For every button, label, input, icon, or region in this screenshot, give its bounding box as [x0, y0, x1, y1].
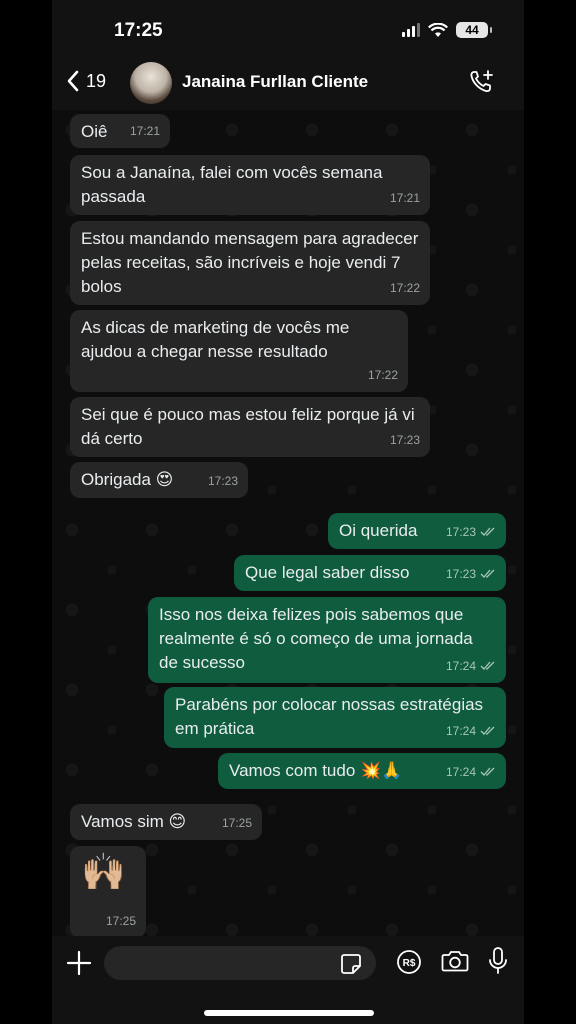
message-time: 17:21 [389, 191, 420, 205]
read-ticks-icon [480, 726, 495, 735]
message-time: 17:23 [445, 567, 476, 581]
status-icons: 44 [402, 22, 492, 38]
plus-icon[interactable] [66, 946, 92, 980]
wifi-icon [428, 22, 448, 37]
home-indicator [204, 1010, 374, 1016]
message-time: 17:24 [445, 659, 476, 673]
svg-text:R$: R$ [403, 958, 416, 969]
message-input[interactable] [104, 946, 376, 980]
message-time: 17:24 [445, 765, 476, 779]
message-bubble[interactable]: Vamos sim 😊 17:25 [70, 804, 262, 840]
message-bubble[interactable]: Isso nos deixa felizes pois sabemos que … [148, 597, 506, 683]
contact-name[interactable]: Janaina Furllan Cliente [182, 72, 368, 92]
message-bubble[interactable]: Estou mandando mensagem para agradecer p… [70, 221, 430, 305]
read-ticks-icon [480, 661, 495, 670]
message-composer: R$ [52, 936, 524, 1024]
contact-avatar[interactable] [130, 62, 172, 104]
message-bubble[interactable]: Parabéns por colocar nossas estratégias … [164, 687, 506, 748]
chat-header: 19 Janaina Furllan Cliente [52, 56, 524, 110]
read-ticks-icon [480, 569, 495, 578]
message-time: 17:25 [221, 816, 252, 830]
message-time: 17:22 [367, 368, 398, 382]
sticker-message[interactable]: 🙌🏼 17:25 [70, 846, 146, 936]
read-ticks-icon [480, 767, 495, 776]
payment-icon[interactable]: R$ [396, 949, 422, 975]
message-time: 17:22 [389, 281, 420, 295]
camera-icon[interactable] [441, 949, 469, 973]
status-bar: 17:25 44 [52, 0, 524, 56]
message-time: 17:23 [445, 525, 476, 539]
message-bubble[interactable]: Obrigada 😍 17:23 [70, 462, 248, 498]
message-time: 17:21 [129, 124, 160, 138]
message-bubble[interactable]: Vamos com tudo 💥🙏 17:24 [218, 753, 506, 789]
back-button[interactable]: 19 [66, 70, 106, 92]
sticker-icon[interactable] [340, 953, 362, 975]
read-ticks-icon [480, 527, 495, 536]
message-bubble[interactable]: Oi querida 17:23 [328, 513, 506, 549]
message-time: 17:23 [389, 433, 420, 447]
message-bubble[interactable]: Que legal saber disso 17:23 [234, 555, 506, 591]
message-time: 17:25 [105, 914, 136, 928]
chevron-left-icon [67, 70, 79, 92]
message-time: 17:23 [207, 474, 238, 488]
message-bubble[interactable]: As dicas de marketing de vocês me ajudou… [70, 310, 408, 392]
unread-count: 19 [86, 70, 107, 91]
battery-icon: 44 [456, 22, 492, 38]
chat-area[interactable]: Oiê 17:21 Sou a Janaína, falei com vocês… [52, 110, 524, 936]
add-call-icon[interactable] [468, 68, 496, 96]
message-bubble[interactable]: Oiê 17:21 [70, 114, 170, 148]
phone-screen: 17:25 44 19 Janaina Furllan Cliente Oiê … [52, 0, 524, 1024]
status-time: 17:25 [114, 20, 163, 41]
message-time: 17:24 [445, 724, 476, 738]
message-bubble[interactable]: Sei que é pouco mas estou feliz porque j… [70, 397, 430, 457]
signal-icon [402, 23, 420, 37]
message-bubble[interactable]: Sou a Janaína, falei com vocês semana pa… [70, 155, 430, 215]
microphone-icon[interactable] [488, 946, 508, 976]
